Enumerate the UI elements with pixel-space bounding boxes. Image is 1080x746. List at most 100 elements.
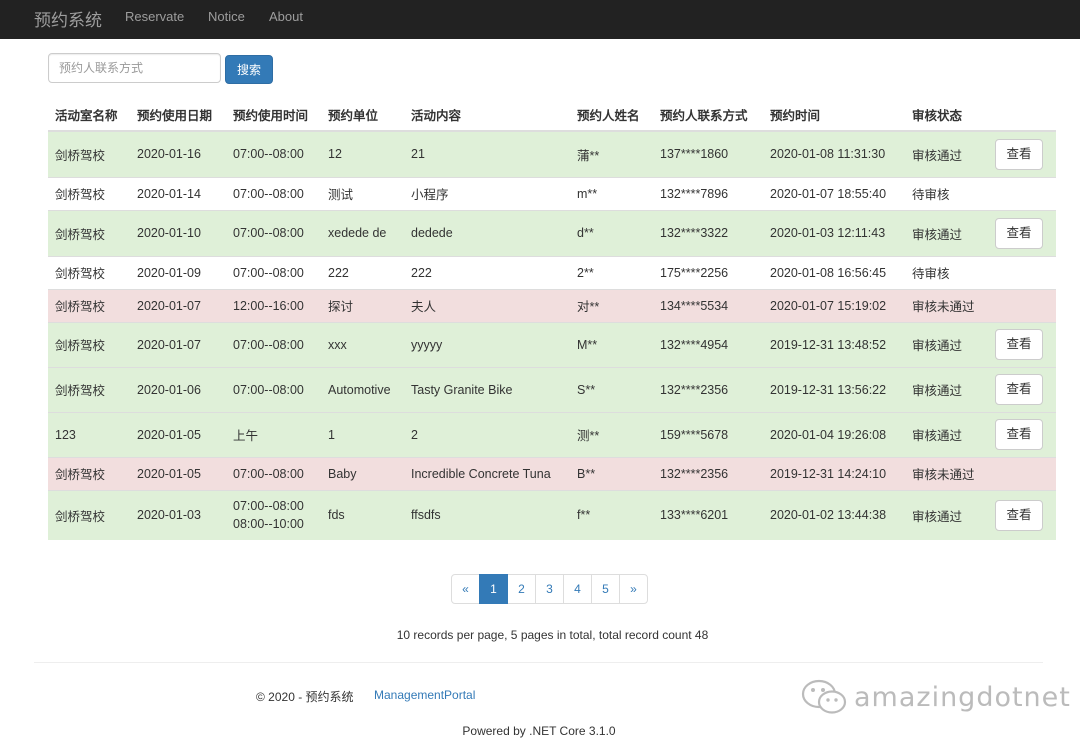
- cell-status: 审核未通过: [905, 288, 988, 322]
- cell-time: 07:00--08:00: [226, 130, 321, 177]
- cell-time: 07:00--08:00 08:00--10:00: [226, 489, 321, 540]
- cell-status: 审核通过: [905, 321, 988, 367]
- cell-content: yyyyy: [404, 321, 570, 367]
- cell-name: M**: [570, 321, 653, 367]
- table-row: 剑桥驾校 2020-01-09 07:00--08:00 222 222 2** 175**…: [48, 255, 1056, 289]
- cell-unit: xedede de: [321, 209, 404, 256]
- table-row: 剑桥驾校 2020-01-05 07:00--08:00 Baby Incredible…: [48, 456, 1056, 490]
- cell-phone: 132****2356: [653, 366, 763, 412]
- cell-unit: Baby: [321, 456, 404, 490]
- view-button[interactable]: 查看: [995, 138, 1043, 170]
- footer-divider: [34, 662, 1043, 663]
- view-button[interactable]: 查看: [995, 329, 1043, 360]
- cell-status: 审核通过: [905, 411, 988, 457]
- cell-date: 2020-01-09: [130, 255, 226, 289]
- search-input[interactable]: [48, 53, 221, 83]
- nav-link-reservate[interactable]: Reservate: [125, 9, 184, 24]
- cell-status: 审核通过: [905, 209, 988, 256]
- cell-created: 2020-01-07 18:55:40: [763, 176, 905, 210]
- cell-room: 剑桥驾校: [48, 176, 130, 210]
- nav-link-about[interactable]: About: [269, 9, 303, 24]
- table-row: 剑桥驾校 2020-01-07 07:00--08:00 xxx yyyyy M** 132…: [48, 321, 1056, 367]
- cell-content: 222: [404, 255, 570, 289]
- pagination-page-5[interactable]: 5: [591, 574, 620, 604]
- cell-room: 剑桥驾校: [48, 255, 130, 289]
- management-portal-link[interactable]: ManagementPortal: [374, 688, 475, 702]
- cell-name: 蒲**: [570, 130, 653, 177]
- pagination-page-2[interactable]: 2: [507, 574, 536, 604]
- cell-content: dedede: [404, 209, 570, 256]
- cell-phone: 159****5678: [653, 411, 763, 457]
- cell-content: 小程序: [404, 176, 570, 210]
- cell-name: 2**: [570, 255, 653, 289]
- cell-name: B**: [570, 456, 653, 490]
- header-time: 预约使用时间: [226, 99, 321, 132]
- cell-date: 2020-01-10: [130, 209, 226, 256]
- cell-unit: xxx: [321, 321, 404, 367]
- wechat-icon: [801, 679, 847, 714]
- cell-unit: Automotive: [321, 366, 404, 412]
- cell-time: 07:00--08:00: [226, 456, 321, 490]
- reservation-table: 活动室名称 预约使用日期 预约使用时间 预约单位 活动内容 预约人姓名 预约人联…: [48, 99, 1056, 540]
- cell-name: f**: [570, 489, 653, 540]
- cell-status: 待审核: [905, 255, 988, 289]
- cell-room: 剑桥驾校: [48, 130, 130, 177]
- cell-phone: 132****3322: [653, 209, 763, 256]
- cell-name: m**: [570, 176, 653, 210]
- search-button[interactable]: 搜索: [225, 55, 273, 84]
- cell-date: 2020-01-16: [130, 130, 226, 177]
- cell-status: 审核通过: [905, 489, 988, 540]
- cell-created: 2020-01-08 11:31:30: [763, 130, 905, 177]
- pagination-page-4[interactable]: 4: [563, 574, 592, 604]
- header-content: 活动内容: [404, 99, 570, 132]
- cell-unit: fds: [321, 489, 404, 540]
- cell-date: 2020-01-05: [130, 456, 226, 490]
- cell-time: 07:00--08:00: [226, 366, 321, 412]
- cell-content: 21: [404, 130, 570, 177]
- cell-action: 查看: [988, 411, 1056, 457]
- cell-time: 07:00--08:00: [226, 209, 321, 256]
- table-header-row: 活动室名称 预约使用日期 预约使用时间 预约单位 活动内容 预约人姓名 预约人联…: [48, 99, 1056, 132]
- cell-action: [988, 456, 1056, 490]
- view-button[interactable]: 查看: [995, 374, 1043, 405]
- pagination-next[interactable]: »: [619, 574, 648, 604]
- cell-action: 查看: [988, 366, 1056, 412]
- footer-copyright: © 2020 - 预约系统: [256, 690, 354, 704]
- table-row: 123 2020-01-05 上午 1 2 测** 159****5678 2020-01-0…: [48, 411, 1056, 457]
- cell-status: 审核未通过: [905, 456, 988, 490]
- cell-phone: 133****6201: [653, 489, 763, 540]
- view-button[interactable]: 查看: [995, 217, 1043, 249]
- cell-content: Tasty Granite Bike: [404, 366, 570, 412]
- watermark: amazingdotnet: [800, 678, 1071, 716]
- cell-created: 2020-01-08 16:56:45: [763, 255, 905, 289]
- header-name: 预约人姓名: [570, 99, 653, 132]
- pagination-page-1[interactable]: 1: [479, 574, 508, 604]
- cell-action: [988, 288, 1056, 322]
- table-row: 剑桥驾校 2020-01-14 07:00--08:00 测试 小程序 m** 132***…: [48, 176, 1056, 210]
- cell-room: 123: [48, 411, 130, 457]
- cell-action: 查看: [988, 209, 1056, 256]
- nav-link-notice[interactable]: Notice: [208, 9, 245, 24]
- cell-room: 剑桥驾校: [48, 366, 130, 412]
- cell-phone: 132****7896: [653, 176, 763, 210]
- cell-date: 2020-01-14: [130, 176, 226, 210]
- view-button[interactable]: 查看: [995, 419, 1043, 450]
- brand-link[interactable]: 预约系统: [34, 6, 102, 31]
- cell-date: 2020-01-06: [130, 366, 226, 412]
- cell-room: 剑桥驾校: [48, 321, 130, 367]
- cell-created: 2019-12-31 13:48:52: [763, 321, 905, 367]
- header-unit: 预约单位: [321, 99, 404, 132]
- cell-created: 2020-01-04 19:26:08: [763, 411, 905, 457]
- header-created: 预约时间: [763, 99, 905, 132]
- cell-content: ffsdfs: [404, 489, 570, 540]
- view-button[interactable]: 查看: [995, 499, 1043, 531]
- cell-created: 2020-01-02 13:44:38: [763, 489, 905, 540]
- pagination-prev[interactable]: «: [451, 574, 480, 604]
- cell-created: 2019-12-31 14:24:10: [763, 456, 905, 490]
- table-row: 剑桥驾校 2020-01-16 07:00--08:00 12 21 蒲** 137****…: [48, 130, 1056, 177]
- cell-room: 剑桥驾校: [48, 456, 130, 490]
- pagination-page-3[interactable]: 3: [535, 574, 564, 604]
- cell-date: 2020-01-07: [130, 321, 226, 367]
- cell-time: 上午: [226, 411, 321, 457]
- watermark-text: amazingdotnet: [854, 681, 1071, 713]
